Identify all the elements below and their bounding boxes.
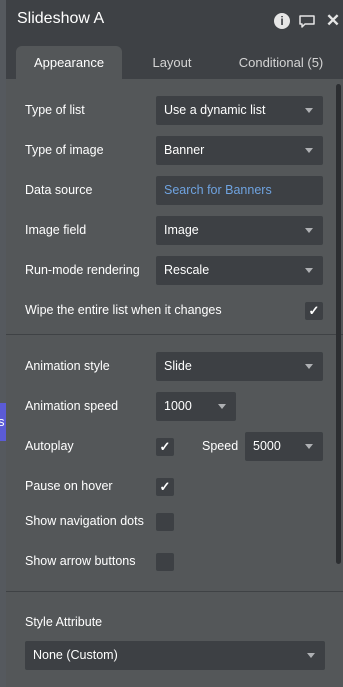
tab-bar: Appearance Layout Conditional (5) xyxy=(6,42,343,79)
arrow-buttons-label: Show arrow buttons xyxy=(25,554,136,568)
section-divider xyxy=(6,334,343,335)
property-editor-panel: Slideshow A i ✕ Appearance Layout Condit… xyxy=(6,0,343,687)
image-field-label: Image field xyxy=(25,223,87,237)
type-of-list-label: Type of list xyxy=(25,103,85,117)
animation-style-dropdown[interactable]: Slide xyxy=(156,352,323,381)
chevron-down-icon xyxy=(305,228,313,233)
run-mode-label: Run-mode rendering xyxy=(25,263,140,277)
type-of-image-label: Type of image xyxy=(25,143,104,157)
data-source-value[interactable]: Search for Banners xyxy=(164,183,272,197)
speed-value: 5000 xyxy=(253,439,281,453)
data-source-label: Data source xyxy=(25,183,93,197)
wipe-list-checkbox[interactable]: ✓ xyxy=(305,302,323,320)
autoplay-checkbox[interactable]: ✓ xyxy=(156,438,174,456)
chevron-down-icon xyxy=(307,653,315,658)
tab-appearance[interactable]: Appearance xyxy=(16,46,122,79)
speed-label: Speed xyxy=(202,439,239,453)
image-field-value: Image xyxy=(164,223,199,237)
animation-speed-value: 1000 xyxy=(164,399,192,413)
chevron-down-icon xyxy=(305,268,313,273)
chevron-down-icon xyxy=(305,444,313,449)
animation-speed-dropdown[interactable]: 1000 xyxy=(156,392,236,421)
tab-layout[interactable]: Layout xyxy=(132,42,212,79)
pause-on-hover-checkbox[interactable]: ✓ xyxy=(156,478,174,496)
chevron-down-icon xyxy=(305,108,313,113)
nav-dots-label: Show navigation dots xyxy=(25,514,144,528)
type-of-list-dropdown[interactable]: Use a dynamic list xyxy=(156,96,323,125)
chevron-down-icon xyxy=(218,404,226,409)
chevron-down-icon xyxy=(305,148,313,153)
type-of-list-value: Use a dynamic list xyxy=(164,103,266,117)
speed-dropdown[interactable]: 5000 xyxy=(245,432,323,461)
type-of-image-value: Banner xyxy=(164,143,205,157)
run-mode-dropdown[interactable]: Rescale xyxy=(156,256,323,285)
section-divider xyxy=(6,591,343,592)
style-attribute-label: Style Attribute xyxy=(25,615,103,629)
animation-speed-label: Animation speed xyxy=(25,399,119,413)
type-of-image-dropdown[interactable]: Banner xyxy=(156,136,323,165)
wipe-list-label: Wipe the entire list when it changes xyxy=(25,303,222,317)
pause-on-hover-label: Pause on hover xyxy=(25,479,113,493)
comment-icon[interactable] xyxy=(298,12,316,30)
arrow-buttons-checkbox[interactable] xyxy=(156,553,174,571)
nav-dots-checkbox[interactable] xyxy=(156,513,174,531)
image-field-dropdown[interactable]: Image xyxy=(156,216,323,245)
tab-conditional[interactable]: Conditional (5) xyxy=(226,42,336,79)
autoplay-label: Autoplay xyxy=(25,439,74,453)
panel-title-bar[interactable]: Slideshow A i ✕ xyxy=(6,0,343,42)
style-attribute-value: None (Custom) xyxy=(33,648,118,662)
run-mode-value: Rescale xyxy=(164,263,210,277)
chevron-down-icon xyxy=(305,364,313,369)
style-attribute-dropdown[interactable]: None (Custom) xyxy=(25,641,325,670)
info-icon[interactable]: i xyxy=(274,13,290,29)
appearance-tab-content: Type of list Use a dynamic list Type of … xyxy=(6,79,343,687)
animation-style-value: Slide xyxy=(164,359,192,373)
panel-title: Slideshow A xyxy=(17,10,105,27)
close-icon[interactable]: ✕ xyxy=(324,12,342,30)
data-source-field[interactable]: Search for Banners xyxy=(156,176,323,205)
scrollbar[interactable] xyxy=(336,84,341,564)
animation-style-label: Animation style xyxy=(25,359,110,373)
